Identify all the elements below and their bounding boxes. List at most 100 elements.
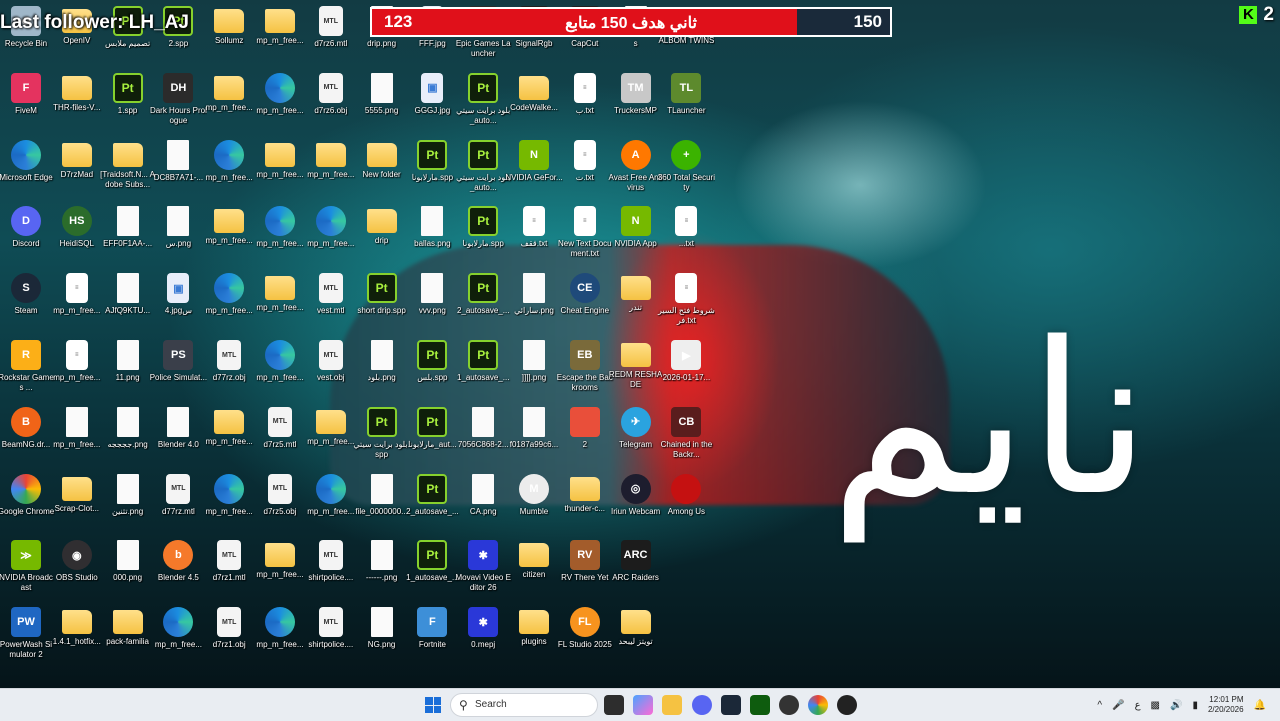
desktop-icon-7056c868-2[interactable]: 7056C868-2... [458,406,509,450]
terminal-taskbar-icon[interactable] [750,695,770,715]
desktop-icon-d7rz1-mtl[interactable]: MTL d7rz1.mtl [204,540,254,583]
desktop-icon-2[interactable]: 2 [560,406,610,450]
desktop-icon-redm-reshade[interactable]: REDM RESHADE [609,340,662,390]
desktop-icon-discord[interactable]: D Discord [1,206,51,249]
desktop-icon-d7rz6-mtl[interactable]: MTL d7rz6.mtl [306,6,356,49]
desktop-icon-heidisql[interactable]: HS HeidiSQL [52,206,102,249]
desktop-icon-spp[interactable]: Pt بلس.spp [407,340,457,383]
desktop-icon-png[interactable]: س.png [153,206,203,249]
desktop-icon-escape-the-backrooms[interactable]: EB Escape the Backrooms [557,340,613,393]
desktop-icon-f0187a99c6[interactable]: f0187a99c6... [509,406,559,450]
microphone-icon[interactable]: 🎤 [1112,700,1124,711]
desktop-icon-txt[interactable]: ≡ ب.txt [560,72,610,116]
desktop-icon-ca-png[interactable]: CA.png [458,473,508,517]
desktop-icon-auto[interactable]: Pt بلود برايت سيتي_auto... [456,139,510,193]
desktop-icon-d7rz1-obj[interactable]: MTL d7rz1.obj [204,607,254,650]
desktop-icon-mp-m-free[interactable]: mp_m_free... [306,140,356,180]
task-view-icon[interactable] [604,695,624,715]
desktop-icon-ballas-png[interactable]: ballas.png [407,206,457,249]
widgets-icon[interactable] [633,695,653,715]
desktop-icon-microsoft-edge[interactable]: Microsoft Edge [0,139,53,183]
desktop-icon-mp-m-free[interactable]: mp_m_free... [255,540,305,580]
desktop-icon-new-text-document-txt[interactable]: ≡ New Text Document.txt [558,206,612,259]
desktop-icon-vest-mtl[interactable]: MTL vest.mtl [306,273,356,316]
desktop-icon-eff0f1aa[interactable]: EFF0F1AA-... [103,206,153,249]
desktop-icon-auto[interactable]: Pt بلود برايت سيتي_auto... [456,72,510,126]
desktop-icon-dc8b7a71[interactable]: DC8B7A71-... [153,139,203,183]
desktop-icon-mp-m-free[interactable]: mp_m_free... [204,407,254,447]
desktop-icon-mp-m-free[interactable]: mp_m_free... [306,206,356,249]
desktop-icon-mp-m-free[interactable]: ≡ mp_m_free... [52,340,102,383]
desktop-icon-txt[interactable]: ≡ ...txt [661,206,711,249]
desktop-icon-1-autosave[interactable]: Pt 1_autosave_... [406,540,459,583]
desktop-icon-png[interactable]: تثنين.png [103,473,153,517]
volume-icon[interactable]: 🔊 [1170,700,1182,711]
desktop-icon-mp-m-free[interactable]: mp_m_free... [255,72,305,116]
desktop-icon-2-autosave[interactable]: Pt 2_autosave_... [457,273,509,316]
windows-start-icon[interactable] [425,697,441,713]
desktop-icon-d7rz6-obj[interactable]: MTL d7rz6.obj [306,72,356,116]
desktop-icon-scrap-clot[interactable]: Scrap-Clot... [52,474,102,514]
media-player-taskbar-icon[interactable] [837,695,857,715]
desktop-icon-item[interactable]: تويتز ليبحد [611,607,661,647]
desktop-icon-movavi-video-editor-26[interactable]: ✱ Movavi Video Editor 26 [455,540,511,593]
desktop-icon-1-spp[interactable]: Pt 1.spp [103,72,153,116]
desktop-icon-plugins[interactable]: plugins [509,607,559,647]
desktop-icon-360-total-security[interactable]: +360 Total Security [658,139,715,193]
desktop-icon-1-autosave[interactable]: Pt 1_autosave_... [457,340,509,383]
desktop-icon-png[interactable]: ------.png [357,540,407,583]
desktop-icon-among-us[interactable]: Among Us [661,473,711,517]
taskbar-clock[interactable]: 12:01 PM 2/20/2026 [1208,695,1244,715]
language-indicator[interactable]: ع [1135,700,1141,711]
desktop-icon-mp-m-free[interactable]: mp_m_free... [306,473,356,517]
desktop-icon-mp-m-free[interactable]: mp_m_free... [153,607,203,650]
desktop-icon-dark-hours-prologue[interactable]: DH Dark Hours Prologue [150,72,207,126]
desktop-icon-png[interactable]: ]]]].png [509,340,559,383]
desktop-icon-rockstar-games[interactable]: R Rockstar Games ... [0,340,54,393]
desktop-icon-mp-m-free[interactable]: mp_m_free... [255,340,305,383]
desktop-icon-txt[interactable]: ≡ ققف.txt [509,206,559,249]
desktop-icon-truckersmp[interactable]: TM TruckersMP [611,72,661,116]
desktop-icon-police-simulat[interactable]: PS Police Simulat... [150,340,207,383]
desktop-icon-drip[interactable]: drip [357,206,407,246]
desktop-icon-thunder-c[interactable]: thunder-c... [560,474,610,514]
desktop-icon-mp-m-free[interactable]: mp_m_free... [255,206,305,249]
desktop-icon-aut[interactable]: Pt مارلابونا_aut... [407,406,457,450]
desktop-icon-citizen[interactable]: citizen [509,540,559,580]
desktop-icon-mp-m-free[interactable]: mp_m_free... [255,273,305,313]
desktop-icon-mp-m-free[interactable]: mp_m_free... [204,73,254,113]
desktop-icon-d7rz5-mtl[interactable]: MTL d7rz5.mtl [255,406,305,450]
desktop-icon-arc-raiders[interactable]: ARC ARC Raiders [611,540,661,583]
battery-icon[interactable]: ▮ [1192,700,1198,711]
desktop-icon-cheat-engine[interactable]: CE Cheat Engine [560,273,610,316]
desktop-icon-item[interactable]: تندر [611,273,661,313]
desktop-icon-mp-m-free[interactable]: mp_m_free... [204,206,254,246]
github-taskbar-icon[interactable] [779,695,799,715]
desktop-icon-codewalke[interactable]: CodeWalke... [509,73,559,113]
desktop-icon-thr-files-v[interactable]: THR-files-V... [52,73,102,113]
desktop-icon-d7rz5-obj[interactable]: MTL d7rz5.obj [255,473,305,517]
desktop-icon-vvv-png[interactable]: vvv.png [407,273,457,316]
desktop-icon-steam[interactable]: S Steam [1,273,51,316]
discord-taskbar-icon[interactable] [692,695,712,715]
desktop-icon-d77rz-mtl[interactable]: MTL d77rz.mtl [153,473,203,517]
desktop-icon-google-chrome[interactable]: Google Chrome [0,473,54,517]
desktop-icon-tlauncher[interactable]: TL TLauncher [661,72,711,116]
notification-bell-icon[interactable]: 🔔 [1254,700,1266,711]
desktop-icon-1-4-1-hotfix[interactable]: 1.4.1_hotfix... [52,607,102,647]
desktop-icon-sollumz[interactable]: Sollumz [204,6,254,46]
desktop-icon-vest-obj[interactable]: MTL vest.obj [306,340,356,383]
desktop-icon-gggj-jpg[interactable]: ▣ GGGJ.jpg [407,72,457,116]
desktop-icon-mp-m-free[interactable]: mp_m_free... [255,607,305,650]
desktop-icon-mp-m-free[interactable]: mp_m_free... [255,140,305,180]
desktop-icon-png[interactable]: ججججه.png [103,406,153,450]
desktop-icon-2026-01-17[interactable]: ▶ 2026-01-17... [661,340,711,383]
taskbar-search-box[interactable]: ⚲ Search [450,693,598,717]
desktop-icon-mp-m-free[interactable]: mp_m_free... [204,473,254,517]
desktop-icon-nvidia-gefor[interactable]: N NVIDIA GeFor... [505,139,563,183]
desktop-icon-shirtpolice[interactable]: MTL shirtpolice.... [306,540,356,583]
desktop-icon-2-autosave[interactable]: Pt 2_autosave_... [406,473,459,517]
desktop-icon-telegram[interactable]: ✈ Telegram [611,406,661,450]
file-explorer-icon[interactable] [662,695,682,715]
desktop-icon-short-drip-spp[interactable]: Pt short drip.spp [357,273,407,316]
